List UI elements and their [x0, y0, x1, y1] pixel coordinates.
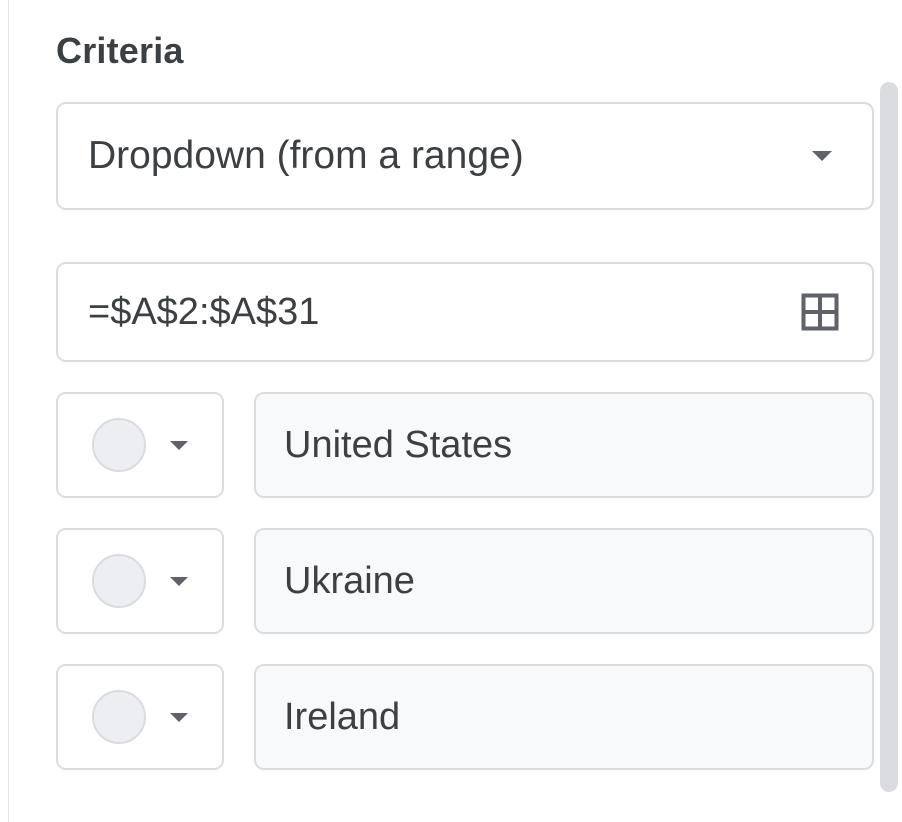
option-value-box[interactable]: United States: [254, 392, 874, 498]
color-swatch-icon: [92, 554, 146, 608]
criteria-type-label: Dropdown (from a range): [88, 134, 524, 178]
option-value-label: United States: [284, 424, 512, 467]
option-color-picker[interactable]: [56, 528, 224, 634]
range-input-container: [56, 262, 874, 362]
color-swatch-icon: [92, 418, 146, 472]
range-input[interactable]: [86, 290, 798, 335]
option-row: Ireland: [56, 664, 874, 770]
chevron-down-icon: [170, 577, 188, 586]
option-value-label: Ireland: [284, 696, 400, 739]
select-range-icon[interactable]: [798, 290, 842, 334]
option-value-label: Ukraine: [284, 560, 415, 603]
criteria-panel: Criteria Dropdown (from a range) Un: [0, 0, 874, 800]
option-color-picker[interactable]: [56, 392, 224, 498]
chevron-down-icon: [170, 713, 188, 722]
option-value-box[interactable]: Ukraine: [254, 528, 874, 634]
chevron-down-icon: [170, 441, 188, 450]
chevron-down-icon: [812, 151, 832, 161]
scrollbar-thumb[interactable]: [880, 82, 898, 792]
criteria-type-dropdown[interactable]: Dropdown (from a range): [56, 102, 874, 210]
option-row: United States: [56, 392, 874, 498]
option-row: Ukraine: [56, 528, 874, 634]
section-title-criteria: Criteria: [56, 30, 874, 72]
color-swatch-icon: [92, 690, 146, 744]
option-value-box[interactable]: Ireland: [254, 664, 874, 770]
option-color-picker[interactable]: [56, 664, 224, 770]
